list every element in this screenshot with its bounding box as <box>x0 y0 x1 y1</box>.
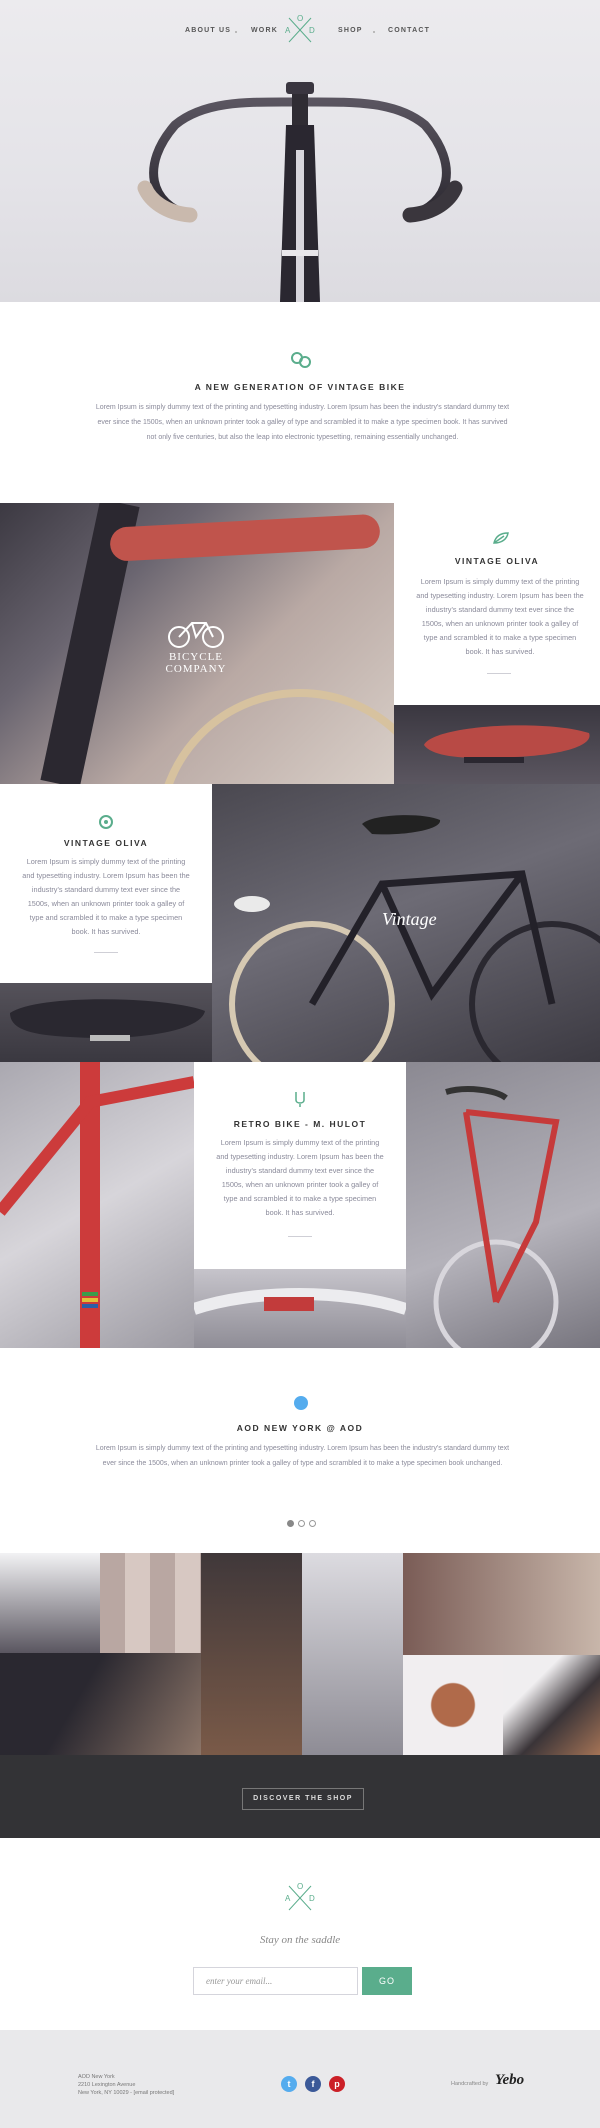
vintage-bike-lake-photo: Vintage <box>212 784 600 1062</box>
twitter-title: AOD NEW YORK @ AOD <box>236 1423 364 1433</box>
hero-section: ABOUT US WORK O A D SHOP CONTACT <box>0 0 600 302</box>
newsletter-tagline: Stay on the saddle <box>259 1934 341 1946</box>
discover-shop-button[interactable]: DISCOVER THE SHOP <box>242 1788 364 1810</box>
twitter-text: Lorem Ipsum is simply dummy text of the … <box>95 1445 510 1467</box>
rim-photo <box>194 1269 406 1348</box>
nav-about-us[interactable]: ABOUT US <box>185 27 231 34</box>
email-input[interactable]: enter your email... <box>193 1967 358 1995</box>
carousel-dot[interactable] <box>298 1520 305 1527</box>
black-saddle-image <box>10 999 205 1041</box>
card-text: Lorem Ipsum is simply dummy text of the … <box>22 857 190 936</box>
address-line: AOD New York <box>78 2074 115 2080</box>
logo-letter-o: O <box>297 14 304 23</box>
red-frame-image <box>0 1062 194 1348</box>
nav-separator <box>235 31 237 33</box>
gear-icon <box>99 815 113 829</box>
address-line: 2210 Lexington Avenue <box>78 2082 136 2088</box>
vintage-text: Vintage <box>382 909 437 929</box>
carousel-dots <box>285 1514 325 1532</box>
red-bike-wall-photo <box>406 1062 600 1348</box>
facebook-social-icon[interactable]: f <box>305 2076 321 2092</box>
carousel-dot[interactable] <box>309 1520 316 1527</box>
twitter-social-icon[interactable]: t <box>281 2076 297 2092</box>
twitter-icon <box>294 1396 308 1410</box>
card-text: Lorem Ipsum is simply dummy text of the … <box>216 1138 384 1217</box>
handcrafted-label: Handcrafted by <box>451 2081 489 2087</box>
logo-letter-a: A <box>285 26 291 35</box>
bicycle-logo-icon <box>168 622 224 648</box>
card-text: Lorem Ipsum is simply dummy text of the … <box>416 577 584 656</box>
gallery-tile-brown-saddle[interactable] <box>403 1655 503 1755</box>
nav-shop[interactable]: SHOP <box>338 27 363 34</box>
gallery-tile-saddle[interactable] <box>0 1553 100 1653</box>
card-title: RETRO BIKE - M. HULOT <box>233 1119 367 1129</box>
address-line: New York, NY 10029 - [email protected] <box>78 2090 175 2096</box>
nav-work[interactable]: WORK <box>251 27 278 34</box>
aod-logo[interactable]: O A D <box>283 12 317 48</box>
tuning-fork-icon <box>295 1092 305 1107</box>
pinterest-social-icon[interactable]: p <box>329 2076 345 2092</box>
gallery-tile-bag[interactable] <box>201 1553 302 1755</box>
nav-contact[interactable]: CONTACT <box>388 27 430 34</box>
rim-image <box>194 1288 406 1315</box>
leaf-icon <box>493 532 509 544</box>
bicycle-company-text-2: COMPANY <box>165 663 227 675</box>
bicycle-company-text: BICYCLE <box>168 651 224 663</box>
bike-chain-icon <box>291 352 311 368</box>
red-bike-wall-image <box>433 1086 560 1348</box>
logo-letter-d: D <box>309 1894 315 1903</box>
logo-letter-a: A <box>285 1894 291 1903</box>
intro-title: A NEW GENERATION OF VINTAGE BIKE <box>194 382 406 392</box>
gallery-tile-saddles-wall[interactable] <box>100 1553 201 1653</box>
logo-letter-d: D <box>309 26 315 35</box>
footer-address: AOD New York 2210 Lexington Avenue New Y… <box>78 2073 174 2097</box>
card-title: VINTAGE OLIVA <box>63 838 149 848</box>
card-title: VINTAGE OLIVA <box>454 556 540 566</box>
nav-separator <box>373 31 375 33</box>
red-frame-photo <box>0 1062 194 1348</box>
bicycle-company-photo: BICYCLE COMPANY <box>0 503 394 784</box>
saddle-photo <box>394 705 600 784</box>
yebo-logo[interactable]: Yebo <box>495 2072 524 2089</box>
gallery-tile-bike[interactable] <box>302 1553 403 1755</box>
footer-aod-logo: O A D <box>283 1880 317 1916</box>
go-button[interactable]: GO <box>362 1967 412 1995</box>
card-divider <box>487 673 511 674</box>
black-saddle-photo <box>0 983 212 1062</box>
logo-letter-o: O <box>297 1882 304 1891</box>
intro-text: Lorem Ipsum is simply dummy text of the … <box>95 404 510 441</box>
gallery-tile-shop[interactable] <box>403 1553 600 1655</box>
card-divider <box>94 952 118 953</box>
red-saddle-image <box>424 725 590 763</box>
card-divider <box>288 1236 312 1237</box>
gallery-tile-strap-bag[interactable] <box>503 1655 600 1755</box>
gallery-tile-black-saddle[interactable] <box>0 1653 201 1755</box>
carousel-dot[interactable] <box>287 1520 294 1527</box>
